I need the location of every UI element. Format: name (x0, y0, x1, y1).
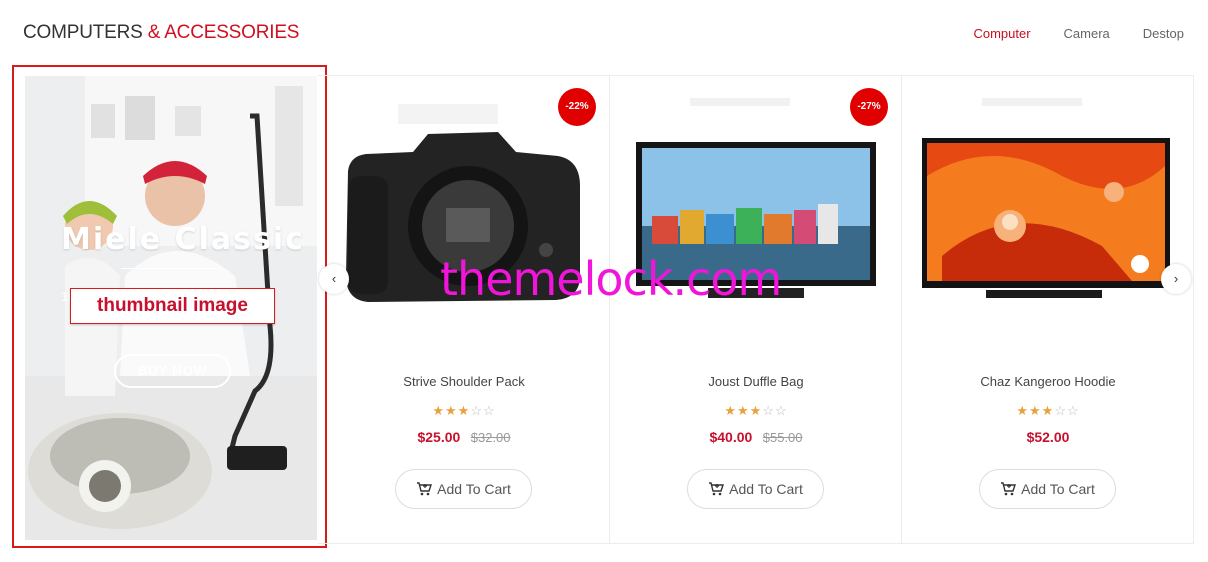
product-card[interactable]: Chaz Kangeroo Hoodie ★★★☆☆ $52.00 Add To… (902, 76, 1194, 543)
chevron-left-icon[interactable]: ‹ (319, 264, 349, 294)
product-card[interactable]: -22% Strive Shoulder Pack ★★★☆☆ $25.00 $… (318, 76, 610, 543)
product-card[interactable]: -27% Joust Duffle Bag ★★★☆☆ $40.00 $55.0… (610, 76, 902, 543)
add-to-cart-label: Add To Cart (437, 481, 511, 497)
star-icon: ★ (432, 403, 446, 418)
section-title-accent: & ACCESSORIES (147, 22, 300, 43)
star-empty-icon: ☆ (762, 403, 775, 418)
add-to-cart-button[interactable]: Add To Cart (687, 469, 824, 509)
add-to-cart-button[interactable]: Add To Cart (979, 469, 1116, 509)
product-image-tv[interactable]: -27% (610, 76, 902, 356)
section-title: COMPUTERS & ACCESSORIES (23, 22, 299, 44)
add-to-cart-button[interactable]: Add To Cart (395, 469, 532, 509)
cart-icon (1001, 482, 1017, 496)
price-block: $52.00 (902, 429, 1194, 447)
discount-badge: -27% (850, 88, 888, 126)
current-price: $40.00 (709, 429, 753, 445)
add-to-cart-label: Add To Cart (729, 481, 803, 497)
star-empty-icon: ☆ (470, 403, 483, 418)
rating-stars: ★★★☆☆ (318, 403, 610, 419)
product-image-camera[interactable]: -22% (318, 76, 610, 356)
section-header: COMPUTERS & ACCESSORIES Computer Camera … (0, 0, 1208, 68)
price-block: $40.00 $55.00 (610, 429, 902, 447)
tab-computer[interactable]: Computer (973, 26, 1030, 41)
thumbnail-annotation-label: thumbnail image (70, 288, 275, 324)
old-price: $32.00 (470, 430, 511, 445)
product-name[interactable]: Strive Shoulder Pack (318, 374, 610, 389)
product-image-lg-tv[interactable] (902, 76, 1194, 356)
discount-badge: -22% (558, 88, 596, 126)
tab-destop[interactable]: Destop (1143, 26, 1184, 41)
chevron-right-icon[interactable]: › (1161, 264, 1191, 294)
star-icon: ★ (724, 403, 738, 418)
star-icon: ★ (1041, 403, 1055, 418)
product-grid: -22% Strive Shoulder Pack ★★★☆☆ $25.00 $… (318, 75, 1194, 544)
rating-stars: ★★★☆☆ (902, 403, 1194, 419)
discount-badge-text: -27% (857, 101, 881, 112)
star-empty-icon: ☆ (482, 403, 496, 418)
star-empty-icon: ☆ (1054, 403, 1067, 418)
tab-camera[interactable]: Camera (1064, 26, 1110, 41)
cart-icon (709, 482, 725, 496)
category-tabs: Computer Camera Destop (973, 26, 1184, 41)
star-icon: ★ (1029, 403, 1042, 418)
product-name[interactable]: Chaz Kangeroo Hoodie (902, 374, 1194, 389)
discount-badge-text: -22% (565, 101, 589, 112)
section-title-main: COMPUTERS (23, 22, 143, 43)
watermark-text: themelock.com (440, 252, 782, 306)
star-empty-icon: ☆ (1066, 403, 1080, 418)
product-name[interactable]: Joust Duffle Bag (610, 374, 902, 389)
star-icon: ★ (737, 403, 750, 418)
old-price: $55.00 (762, 430, 803, 445)
star-empty-icon: ☆ (774, 403, 788, 418)
star-icon: ★ (457, 403, 471, 418)
rating-stars: ★★★☆☆ (610, 403, 902, 419)
star-icon: ★ (445, 403, 458, 418)
add-to-cart-label: Add To Cart (1021, 481, 1095, 497)
star-icon: ★ (749, 403, 763, 418)
current-price: $25.00 (417, 429, 461, 445)
star-icon: ★ (1016, 403, 1030, 418)
price-block: $25.00 $32.00 (318, 429, 610, 447)
cart-icon (417, 482, 433, 496)
current-price: $52.00 (1026, 429, 1070, 445)
